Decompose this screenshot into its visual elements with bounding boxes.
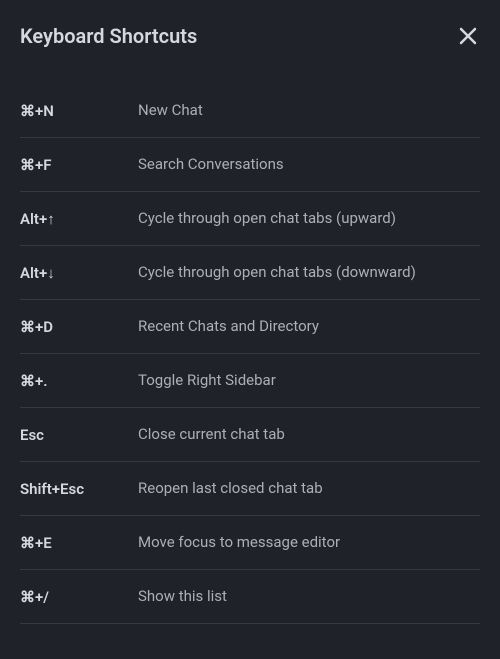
shortcut-description: Close current chat tab — [138, 424, 480, 445]
shortcut-row: ⌘+/ Show this list — [20, 570, 480, 624]
dialog-header: Keyboard Shortcuts — [20, 24, 480, 48]
dialog-title: Keyboard Shortcuts — [20, 24, 197, 48]
shortcut-row: ⌘+. Toggle Right Sidebar — [20, 354, 480, 408]
shortcut-key: Alt+↓ — [20, 264, 138, 282]
close-icon — [459, 27, 477, 45]
shortcut-key: ⌘+D — [20, 318, 138, 336]
shortcut-key: ⌘+E — [20, 534, 138, 552]
shortcut-description: Cycle through open chat tabs (upward) — [138, 208, 480, 229]
shortcut-row: ⌘+D Recent Chats and Directory — [20, 300, 480, 354]
shortcut-description: Cycle through open chat tabs (downward) — [138, 262, 480, 283]
shortcut-description: Reopen last closed chat tab — [138, 478, 480, 499]
shortcut-key: ⌘+/ — [20, 588, 138, 606]
shortcut-description: Search Conversations — [138, 154, 480, 175]
shortcut-description: New Chat — [138, 100, 480, 121]
shortcut-description: Recent Chats and Directory — [138, 316, 480, 337]
close-button[interactable] — [456, 24, 480, 48]
shortcut-description: Toggle Right Sidebar — [138, 370, 480, 391]
shortcut-key: ⌘+F — [20, 156, 138, 174]
shortcut-row: ⌘+N New Chat — [20, 84, 480, 138]
shortcut-row: Shift+Esc Reopen last closed chat tab — [20, 462, 480, 516]
shortcut-key: ⌘+N — [20, 102, 138, 120]
shortcut-description: Move focus to message editor — [138, 532, 480, 553]
shortcut-list: ⌘+N New Chat ⌘+F Search Conversations Al… — [20, 84, 480, 624]
shortcut-row: Esc Close current chat tab — [20, 408, 480, 462]
shortcut-key: Esc — [20, 426, 138, 444]
shortcut-description: Show this list — [138, 586, 480, 607]
shortcut-key: Shift+Esc — [20, 480, 138, 498]
shortcut-row: Alt+↑ Cycle through open chat tabs (upwa… — [20, 192, 480, 246]
shortcut-row: Alt+↓ Cycle through open chat tabs (down… — [20, 246, 480, 300]
shortcut-key: ⌘+. — [20, 372, 138, 390]
shortcut-key: Alt+↑ — [20, 210, 138, 228]
shortcut-row: ⌘+E Move focus to message editor — [20, 516, 480, 570]
shortcut-row: ⌘+F Search Conversations — [20, 138, 480, 192]
